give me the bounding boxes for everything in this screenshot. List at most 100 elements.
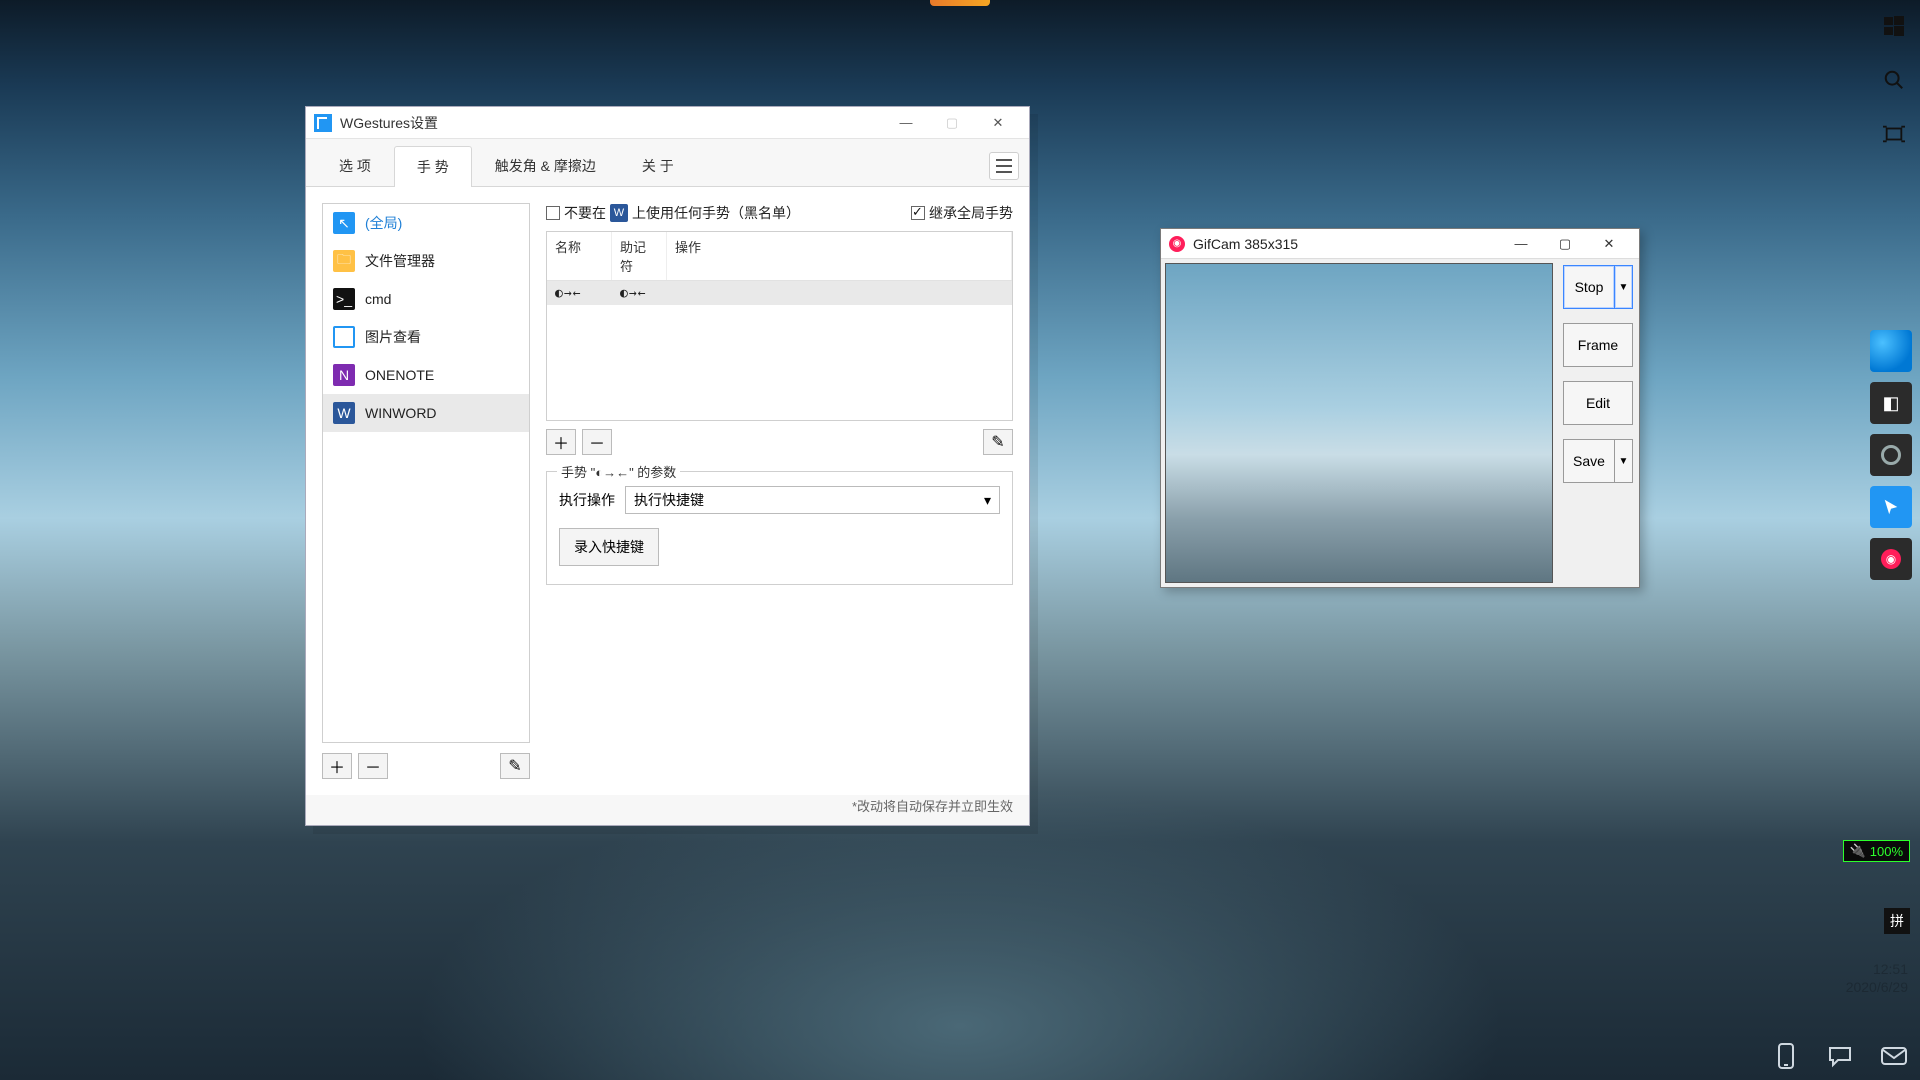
pinned-gifcam-icon[interactable]: ◉	[1870, 538, 1912, 580]
app-item-label: 文件管理器	[365, 251, 435, 271]
gifcam-close-button[interactable]: ✕	[1587, 230, 1631, 258]
inherit-label: 继承全局手势	[929, 203, 1013, 223]
capture-viewport[interactable]	[1165, 263, 1553, 583]
edit-button[interactable]: Edit	[1563, 381, 1633, 425]
gesture-panel: 不要在 W 上使用任何手势（黑名单） 继承全局手势 名称 助记符 操作	[546, 203, 1013, 779]
pinned-app-dark-icon[interactable]: ◧	[1870, 382, 1912, 424]
gesture-add-button[interactable]: ＋	[546, 429, 576, 455]
gifcam-maximize-button[interactable]: ▢	[1543, 230, 1587, 258]
wgestures-titlebar[interactable]: WGestures设置 — ▢ ✕	[306, 107, 1029, 139]
windows-icon[interactable]	[1880, 12, 1908, 40]
top-accent-bar	[930, 0, 990, 6]
save-dropdown[interactable]: ▼	[1615, 439, 1633, 483]
blacklist-suffix: 上使用任何手势（黑名单）	[632, 203, 800, 223]
gifcam-title: GifCam 385x315	[1193, 236, 1298, 252]
wgestures-window: WGestures设置 — ▢ ✕ 选 项 手 势 触发角 & 摩擦边 关 于 …	[305, 106, 1030, 826]
tab-about[interactable]: 关 于	[619, 145, 697, 186]
search-icon[interactable]	[1880, 66, 1908, 94]
maximize-button: ▢	[929, 108, 975, 138]
battery-indicator[interactable]: 🔌100%	[1843, 840, 1910, 862]
app-item-label: 图片查看	[365, 327, 421, 347]
gifcam-window: ◉ GifCam 385x315 — ▢ ✕ Stop ▼ Frame Edit	[1160, 228, 1640, 588]
word-icon: W	[610, 204, 628, 222]
desktop: ◧ ◉ 🔌100% 拼 12:51 2020/6/29 WGestures设置 …	[0, 0, 1920, 1080]
cur-icon: ↖	[333, 212, 355, 234]
clock[interactable]: 12:51 2020/6/29	[1846, 960, 1908, 996]
stop-dropdown[interactable]: ▼	[1615, 265, 1633, 309]
app-item-label: WINWORD	[365, 405, 437, 421]
tray-phone-icon[interactable]	[1772, 1042, 1800, 1070]
table-row[interactable]: ◐→← ◐→←	[547, 281, 1012, 305]
blacklist-prefix: 不要在	[564, 203, 606, 223]
side-pinned-apps: ◧ ◉	[1870, 330, 1912, 580]
params-legend: 手势 "◐→←" 的参数	[557, 462, 680, 481]
action-label: 执行操作	[559, 490, 615, 510]
col-mnemonic[interactable]: 助记符	[612, 232, 667, 280]
app-item-图片查看[interactable]: ▣ 图片查看	[323, 318, 529, 356]
app-item-WINWORD[interactable]: W WINWORD	[323, 394, 529, 432]
app-add-button[interactable]: ＋	[322, 753, 352, 779]
app-item-文件管理器[interactable]: 🗀文件管理器	[323, 242, 529, 280]
task-view-icon[interactable]	[1880, 120, 1908, 148]
app-item-label: ONENOTE	[365, 367, 434, 383]
chevron-down-icon: ▾	[984, 492, 991, 509]
minimize-button[interactable]: —	[883, 108, 929, 138]
frame-button[interactable]: Frame	[1563, 323, 1633, 367]
inherit-checkbox[interactable]: 继承全局手势	[911, 203, 1013, 223]
checkbox-checked-icon	[911, 206, 925, 220]
col-name[interactable]: 名称	[547, 232, 612, 280]
wgestures-footer-note: *改动将自动保存并立即生效	[852, 796, 1013, 815]
ime-indicator[interactable]: 拼	[1884, 908, 1910, 934]
menu-button[interactable]	[989, 152, 1019, 180]
blacklist-checkbox[interactable]: 不要在 W 上使用任何手势（黑名单）	[546, 203, 800, 223]
clock-date: 2020/6/29	[1846, 978, 1908, 996]
side-toolbar-top	[1880, 12, 1908, 148]
word-icon: W	[333, 402, 355, 424]
app-item-cmd[interactable]: >_ cmd	[323, 280, 529, 318]
clock-time: 12:51	[1846, 960, 1908, 978]
wgestures-app-icon	[314, 114, 332, 132]
system-tray	[1772, 1042, 1908, 1070]
app-edit-button[interactable]: ✎	[500, 753, 530, 779]
gifcam-sidebar: Stop ▼ Frame Edit Save ▼	[1557, 259, 1639, 587]
gesture-edit-button[interactable]: ✎	[983, 429, 1013, 455]
app-item-label: (全局)	[365, 213, 402, 233]
gesture-remove-button[interactable]: －	[582, 429, 612, 455]
save-button[interactable]: Save	[1563, 439, 1615, 483]
action-select-value: 执行快捷键	[634, 490, 704, 510]
gesture-table[interactable]: 名称 助记符 操作 ◐→← ◐→←	[546, 231, 1013, 421]
battery-percent: 100%	[1870, 844, 1903, 859]
pinned-edge-icon[interactable]	[1870, 330, 1912, 372]
wgestures-title: WGestures设置	[340, 113, 438, 133]
tab-gestures[interactable]: 手 势	[394, 146, 472, 187]
gesture-mnemonic: ◐→←	[620, 286, 646, 301]
app-list[interactable]: ↖ (全局) 🗀文件管理器 >_ cmd ▣ 图片查看 N ONENOTE W WINWORD	[322, 203, 530, 743]
tab-triggers[interactable]: 触发角 & 摩擦边	[472, 145, 619, 186]
tray-mail-icon[interactable]	[1880, 1042, 1908, 1070]
term-icon: >_	[333, 288, 355, 310]
pinned-lens-icon[interactable]	[1870, 434, 1912, 476]
stop-button[interactable]: Stop	[1563, 265, 1615, 309]
app-item-ONENOTE[interactable]: N ONENOTE	[323, 356, 529, 394]
wgestures-tabs: 选 项 手 势 触发角 & 摩擦边 关 于	[306, 139, 1029, 187]
on-icon: N	[333, 364, 355, 386]
app-item-label: cmd	[365, 291, 391, 307]
tab-options[interactable]: 选 项	[316, 145, 394, 186]
record-icon: ◉	[1169, 236, 1185, 252]
tray-chat-icon[interactable]	[1826, 1042, 1854, 1070]
close-button[interactable]: ✕	[975, 108, 1021, 138]
app-list-panel: ↖(全局)🗀文件管理器>_cmd▣图片查看NONENOTEWWINWORD ＋ …	[322, 203, 530, 779]
app-item-(全局)[interactable]: ↖ (全局)	[323, 204, 529, 242]
gesture-params-panel: 手势 "◐→←" 的参数 执行操作 执行快捷键 ▾ 录入快捷键	[546, 471, 1013, 585]
gifcam-titlebar[interactable]: ◉ GifCam 385x315 — ▢ ✕	[1161, 229, 1639, 259]
col-action[interactable]: 操作	[667, 232, 1012, 280]
img-icon: ▣	[333, 326, 355, 348]
pinned-wgestures-icon[interactable]	[1870, 486, 1912, 528]
app-remove-button[interactable]: －	[358, 753, 388, 779]
action-select[interactable]: 执行快捷键 ▾	[625, 486, 1000, 514]
checkbox-icon	[546, 206, 560, 220]
record-hotkey-button[interactable]: 录入快捷键	[559, 528, 659, 566]
gifcam-minimize-button[interactable]: —	[1499, 230, 1543, 258]
gesture-action	[667, 281, 1012, 305]
gesture-name: ◐→←	[555, 286, 581, 301]
